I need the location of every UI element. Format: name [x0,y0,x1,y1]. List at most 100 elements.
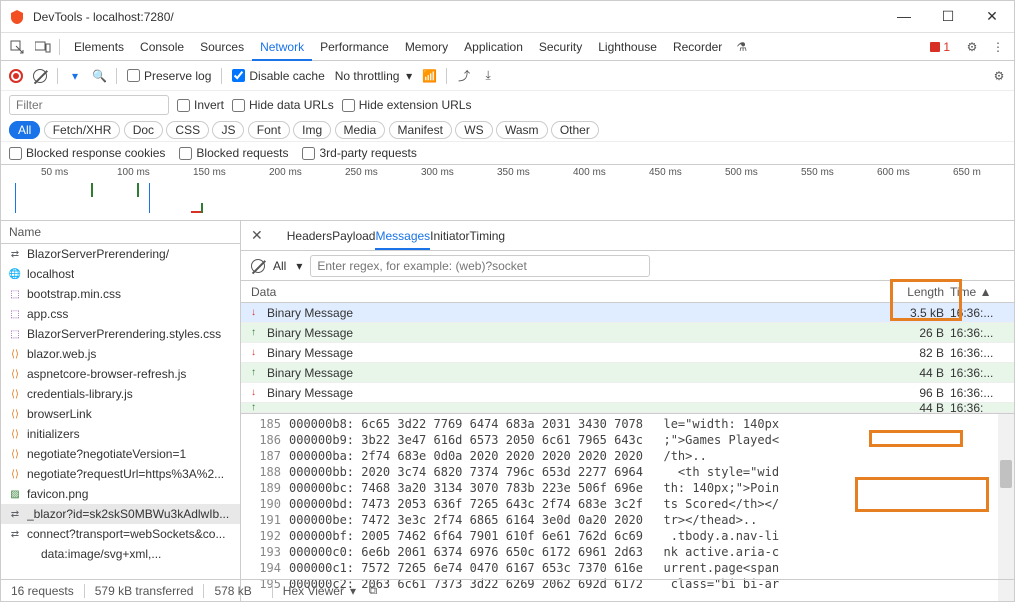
message-length: 96 B [882,386,950,400]
filter-pill-css[interactable]: CSS [166,121,209,139]
request-row[interactable]: ⟨⟩credentials-library.js [1,384,240,404]
hide-extension-urls-checkbox[interactable]: Hide extension URLs [342,98,472,112]
resource-type-icon: ⟨⟩ [9,448,21,460]
request-row[interactable]: ⟨⟩negotiate?requestUrl=https%3A%2... [1,464,240,484]
third-party-checkbox[interactable]: 3rd-party requests [302,146,416,160]
request-row[interactable]: ▨favicon.png [1,484,240,504]
detail-tab-headers[interactable]: Headers [287,223,332,248]
hex-row: 185000000b8: 6c65 3d22 7769 6474 683a 20… [251,416,1014,432]
detail-tab-initiator[interactable]: Initiator [430,223,469,248]
search-icon[interactable]: 🔍 [92,69,106,83]
filter-pill-wasm[interactable]: Wasm [496,121,548,139]
timeline-tick: 300 ms [421,167,454,178]
name-column-header[interactable]: Name [1,221,240,244]
request-row[interactable]: data:image/svg+xml,... [1,544,240,564]
filter-pill-all[interactable]: All [9,121,40,139]
tab-memory[interactable]: Memory [397,34,456,59]
tab-lighthouse[interactable]: Lighthouse [590,34,665,59]
messages-list: ↓Binary Message3.5 kB16:36:...↑Binary Me… [241,303,1014,413]
throttling-select[interactable]: No throttling ▾ [335,69,412,83]
request-row[interactable]: ⟨⟩negotiate?negotiateVersion=1 [1,444,240,464]
message-time: 16:36:... [950,346,1004,360]
upload-har-icon[interactable]: ⤴ [457,67,471,84]
request-row[interactable]: ⬚BlazorServerPrerendering.styles.css [1,324,240,344]
close-detail-button[interactable]: ✕ [251,227,263,244]
resource-type-icon: ⟨⟩ [9,408,21,420]
more-icon[interactable]: ⋮ [988,37,1008,57]
request-row[interactable]: ⟨⟩blazor.web.js [1,344,240,364]
record-button[interactable] [9,69,23,83]
detail-tab-timing[interactable]: Timing [470,223,506,248]
filter-pill-media[interactable]: Media [335,121,386,139]
request-row[interactable]: ⟨⟩aspnetcore-browser-refresh.js [1,364,240,384]
maximize-button[interactable]: ☐ [934,8,962,25]
disable-cache-checkbox[interactable]: Disable cache [232,69,324,83]
tab-application[interactable]: Application [456,34,531,59]
request-row[interactable]: 🌐localhost [1,264,240,284]
invert-checkbox[interactable]: Invert [177,98,224,112]
filter-pill-img[interactable]: Img [293,121,331,139]
inspect-icon[interactable] [7,37,27,57]
hide-data-urls-checkbox[interactable]: Hide data URLs [232,98,334,112]
filter-pill-js[interactable]: JS [212,121,244,139]
tab-performance[interactable]: Performance [312,34,397,59]
message-row[interactable]: ↑Binary Message26 B16:36:... [241,323,1014,343]
clear-messages-button[interactable] [251,259,265,273]
filter-pill-manifest[interactable]: Manifest [389,121,452,139]
detail-tab-messages[interactable]: Messages [375,223,430,250]
minimize-button[interactable]: — [890,8,918,25]
request-row[interactable]: ⬚bootstrap.min.css [1,284,240,304]
message-row[interactable]: ↑44 B16:36: [241,403,1014,413]
filter-icon[interactable]: ▾ [68,69,82,83]
wifi-icon[interactable]: 📶 [422,69,436,83]
message-type-select[interactable]: All ▾ [273,259,302,273]
download-har-icon[interactable]: ⤓ [481,68,495,83]
tab-recorder[interactable]: Recorder [665,34,730,59]
request-row[interactable]: ⟨⟩initializers [1,424,240,444]
detail-tab-payload[interactable]: Payload [332,223,375,248]
filter-pill-font[interactable]: Font [248,121,290,139]
clear-button[interactable] [33,69,47,83]
error-count[interactable]: 1 [930,40,950,54]
message-row[interactable]: ↑Binary Message44 B16:36:... [241,363,1014,383]
request-row[interactable]: ⇄connect?transport=webSockets&co... [1,524,240,544]
hex-viewer-select[interactable]: Hex Viewer ▾ ⧉ [272,583,387,598]
tab-sources[interactable]: Sources [192,34,252,59]
settings-icon[interactable]: ⚙ [962,37,982,57]
blocking-toolbar: Blocked response cookies Blocked request… [1,142,1014,165]
message-length: 82 B [882,346,950,360]
close-button[interactable]: ✕ [978,8,1006,25]
request-row[interactable]: ⟨⟩browserLink [1,404,240,424]
timeline-tick: 600 ms [877,167,910,178]
length-column-header[interactable]: Length [882,285,950,299]
filter-pill-ws[interactable]: WS [455,121,492,139]
message-regex-input[interactable] [310,255,650,277]
content-area: Name ⇄BlazorServerPrerendering/🌐localhos… [1,221,1014,601]
device-icon[interactable] [33,37,53,57]
tab-network[interactable]: Network [252,34,312,61]
filter-pill-doc[interactable]: Doc [124,121,163,139]
message-data: Binary Message [267,326,882,340]
network-settings-icon[interactable]: ⚙ [992,69,1006,83]
message-row[interactable]: ↓Binary Message3.5 kB16:36:... [241,303,1014,323]
filter-pill-other[interactable]: Other [551,121,599,139]
tab-security[interactable]: Security [531,34,590,59]
time-column-header[interactable]: Time ▲ [950,285,1004,299]
request-list: Name ⇄BlazorServerPrerendering/🌐localhos… [1,221,241,601]
overview-timeline[interactable]: 50 ms100 ms150 ms200 ms250 ms300 ms350 m… [1,165,1014,221]
blocked-requests-checkbox[interactable]: Blocked requests [179,146,288,160]
timeline-tick: 350 ms [497,167,530,178]
request-row[interactable]: ⬚app.css [1,304,240,324]
filter-pill-fetch-xhr[interactable]: Fetch/XHR [44,121,121,139]
blocked-cookies-checkbox[interactable]: Blocked response cookies [9,146,165,160]
preserve-log-checkbox[interactable]: Preserve log [127,69,211,83]
tab-console[interactable]: Console [132,34,192,59]
data-column-header[interactable]: Data [251,285,882,299]
tab-elements[interactable]: Elements [66,34,132,59]
filter-input[interactable] [9,95,169,115]
request-row[interactable]: ⇄BlazorServerPrerendering/ [1,244,240,264]
request-row[interactable]: ⇄_blazor?id=sk2skS0MBWu3kAdlwIb... [1,504,240,524]
copy-icon[interactable]: ⧉ [369,583,378,598]
message-row[interactable]: ↓Binary Message82 B16:36:... [241,343,1014,363]
resource-type-icon: ⟨⟩ [9,348,21,360]
